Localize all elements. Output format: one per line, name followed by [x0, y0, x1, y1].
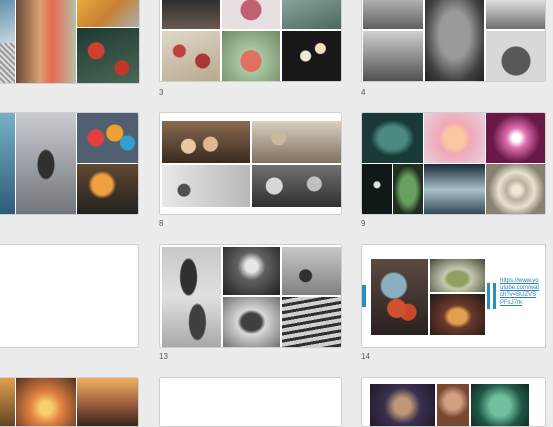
accent-bar — [487, 283, 490, 309]
slide-thumbnail-17[interactable] — [0, 377, 139, 427]
photo-tile — [282, 297, 341, 347]
photo-tile — [77, 0, 139, 27]
photo-tile — [486, 113, 545, 163]
slide-thumbnail-4[interactable] — [361, 0, 546, 82]
photo-tile — [252, 121, 341, 163]
photo-tile — [162, 165, 250, 207]
slide-thumbnail-3[interactable] — [159, 0, 342, 82]
photo-tile — [162, 247, 221, 347]
photo-tile — [0, 113, 15, 214]
photo-tile — [393, 164, 423, 214]
photo-tile — [162, 0, 220, 29]
photo-tile — [0, 0, 15, 43]
photo-tile — [0, 378, 15, 426]
photo-tile — [363, 0, 423, 29]
photo-tile — [16, 113, 76, 214]
photo-tile — [222, 31, 280, 81]
video-link[interactable]: https://www.youtube.com/watch?v=BUZVSPFs… — [500, 278, 540, 307]
photo-tile — [370, 384, 435, 426]
photo-tile — [486, 0, 545, 29]
photo-tile — [362, 164, 392, 214]
photo-tile — [77, 113, 138, 163]
photo-tile — [0, 43, 15, 83]
photo-tile — [282, 247, 341, 295]
slide-number: 4 — [361, 88, 366, 97]
photo-tile — [362, 113, 423, 163]
photo-tile — [162, 31, 220, 81]
photo-tile — [486, 164, 545, 214]
slide-thumbnail-8[interactable] — [159, 112, 342, 215]
accent-bar — [362, 285, 366, 307]
slide-number: 13 — [159, 352, 168, 361]
slide-thumbnail-2[interactable] — [0, 0, 140, 84]
slide-number: 3 — [159, 88, 164, 97]
photo-tile — [16, 0, 76, 83]
slide-thumbnail-12[interactable] — [0, 244, 139, 348]
photo-tile — [371, 259, 428, 335]
photo-tile — [471, 384, 529, 426]
photo-tile — [430, 294, 485, 335]
slide-thumbnail-18[interactable] — [159, 377, 342, 427]
photo-tile — [223, 297, 280, 347]
slide-thumbnail-9[interactable] — [361, 112, 546, 215]
photo-tile — [430, 259, 485, 292]
photo-tile — [77, 164, 138, 214]
photo-tile — [425, 0, 484, 81]
photo-tile — [437, 384, 469, 426]
accent-bar — [493, 283, 496, 309]
photo-tile — [16, 378, 76, 426]
photo-tile — [222, 0, 280, 29]
photo-tile — [162, 121, 250, 163]
photo-tile — [282, 31, 341, 81]
slide-number: 8 — [159, 219, 164, 228]
photo-tile — [77, 28, 139, 83]
photo-tile — [424, 164, 485, 214]
slide-number: 9 — [361, 219, 366, 228]
photo-tile — [252, 165, 341, 207]
photo-tile — [363, 31, 423, 81]
photo-tile — [486, 31, 545, 81]
photo-tile — [223, 247, 280, 295]
slide-number: 14 — [361, 352, 370, 361]
slide-thumbnail-14[interactable]: https://www.youtube.com/watch?v=BUZVSPFs… — [361, 244, 546, 348]
photo-tile — [424, 113, 485, 163]
photo-tile — [282, 0, 341, 29]
slide-thumbnail-13[interactable] — [159, 244, 342, 348]
slide-thumbnail-7[interactable] — [0, 112, 139, 215]
slide-thumbnail-19[interactable] — [361, 377, 546, 427]
photo-tile — [77, 378, 138, 426]
